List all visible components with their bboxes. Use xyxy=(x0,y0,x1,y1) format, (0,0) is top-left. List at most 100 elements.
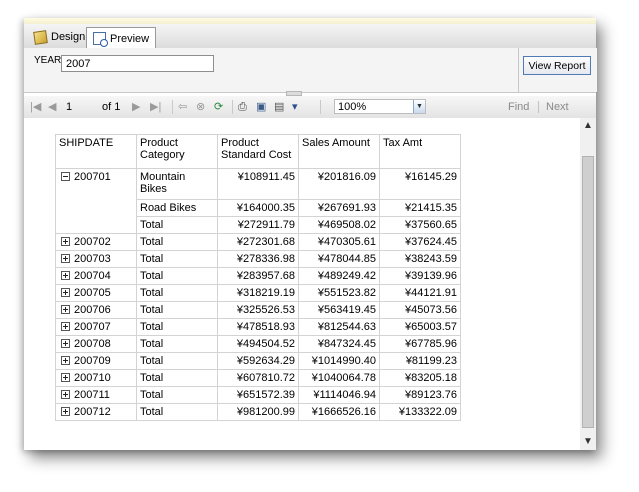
sales-cell: ¥847324.45 xyxy=(298,335,380,353)
zoom-select[interactable]: 100% ▼ xyxy=(334,99,426,114)
print-icon[interactable]: ⎙ xyxy=(238,99,247,115)
shipdate-cell: 200705 xyxy=(55,284,137,302)
shipdate-cell: 200708 xyxy=(55,335,137,353)
collapsed-rows: 200702 Total ¥272301.68 ¥470305.61 ¥37624.45… xyxy=(55,233,461,421)
toolbar-separator xyxy=(172,100,173,114)
tax-cell: ¥89123.76 xyxy=(379,386,461,404)
table-row: 200703 Total ¥278336.98 ¥478044.85 ¥38243.59 xyxy=(55,250,461,268)
sales-cell: ¥1666526.16 xyxy=(298,403,380,421)
sales-cell: ¥489249.42 xyxy=(298,267,380,285)
last-page-icon[interactable]: ▶| xyxy=(150,99,161,115)
shipdate-value: 200702 xyxy=(74,236,111,248)
tab-preview[interactable]: Preview xyxy=(86,27,157,49)
back-icon[interactable]: ⇦ xyxy=(178,99,187,115)
col-header-sales: Sales Amount xyxy=(298,134,380,169)
sales-cell: ¥1014990.40 xyxy=(298,352,380,370)
stop-icon[interactable]: ⊗ xyxy=(196,99,205,115)
export-icon[interactable]: ▾ xyxy=(292,99,298,115)
cost-cell: ¥278336.98 xyxy=(217,250,299,268)
shipdate-cell: 200701 xyxy=(55,168,137,234)
expand-toggle-icon[interactable] xyxy=(61,305,70,315)
scroll-down-icon[interactable]: ▼ xyxy=(580,434,596,450)
scroll-up-icon[interactable]: ▲ xyxy=(580,118,596,134)
category-cell: Total xyxy=(136,369,218,387)
view-report-area: View Report xyxy=(518,48,597,92)
chevron-down-icon[interactable]: ▼ xyxy=(413,100,425,113)
view-report-button[interactable]: View Report xyxy=(523,56,591,75)
expand-toggle-icon[interactable] xyxy=(61,322,70,332)
sales-cell: ¥201816.09 xyxy=(298,168,380,200)
tax-cell: ¥39139.96 xyxy=(379,267,461,285)
table-row: 200704 Total ¥283957.68 ¥489249.42 ¥39139.96 xyxy=(55,267,461,285)
shipdate-cell: 200710 xyxy=(55,369,137,387)
collapse-toggle-icon[interactable] xyxy=(61,172,70,182)
cost-cell: ¥981200.99 xyxy=(217,403,299,421)
first-page-icon[interactable]: |◀ xyxy=(30,99,41,115)
col-header-cost: Product Standard Cost xyxy=(217,134,299,169)
expand-toggle-icon[interactable] xyxy=(61,356,70,366)
shipdate-cell: 200706 xyxy=(55,301,137,319)
vertical-scrollbar[interactable]: ▲ ▼ xyxy=(580,118,596,450)
page-setup-icon[interactable]: ▤ xyxy=(274,99,284,115)
shipdate-cell: 200711 xyxy=(55,386,137,404)
print-layout-icon[interactable]: ▣ xyxy=(256,99,266,115)
cost-cell: ¥325526.53 xyxy=(217,301,299,319)
year-input[interactable] xyxy=(61,55,214,72)
shipdate-cell: 200704 xyxy=(55,267,137,285)
next-page-icon[interactable]: ▶ xyxy=(132,99,140,115)
expand-toggle-icon[interactable] xyxy=(61,237,70,247)
category-cell: Total xyxy=(136,250,218,268)
shipdate-value: 200712 xyxy=(74,406,111,418)
shipdate-cell: 200709 xyxy=(55,352,137,370)
tax-cell: ¥38243.59 xyxy=(379,250,461,268)
scroll-thumb[interactable] xyxy=(582,156,594,428)
expand-toggle-icon[interactable] xyxy=(61,271,70,281)
tax-cell: ¥67785.96 xyxy=(379,335,461,353)
expand-toggle-icon[interactable] xyxy=(61,390,70,400)
category-cell: Total xyxy=(136,335,218,353)
category-cell: Total xyxy=(136,267,218,285)
cost-cell: ¥478518.93 xyxy=(217,318,299,336)
find-link[interactable]: Find xyxy=(508,99,529,115)
cost-cell: ¥607810.72 xyxy=(217,369,299,387)
shipdate-value: 200708 xyxy=(74,338,111,350)
tab-design[interactable]: Design xyxy=(28,27,91,47)
expand-toggle-icon[interactable] xyxy=(61,288,70,298)
expand-toggle-icon[interactable] xyxy=(61,373,70,383)
find-separator xyxy=(538,101,539,113)
table-row: 200710 Total ¥607810.72 ¥1040064.78 ¥83205.1… xyxy=(55,369,461,387)
expand-toggle-icon[interactable] xyxy=(61,339,70,349)
cost-cell: ¥164000.35 xyxy=(217,199,299,217)
preview-icon xyxy=(93,32,108,47)
find-next-link[interactable]: Next xyxy=(546,99,569,115)
sales-cell: ¥469508.02 xyxy=(298,216,380,234)
shipdate-value: 200710 xyxy=(74,372,111,384)
sales-cell: ¥478044.85 xyxy=(298,250,380,268)
cost-cell: ¥592634.29 xyxy=(217,352,299,370)
cost-cell: ¥108911.45 xyxy=(217,168,299,200)
table-row: 200707 Total ¥478518.93 ¥812544.63 ¥65003.57 xyxy=(55,318,461,336)
expand-toggle-icon[interactable] xyxy=(61,254,70,264)
table-row: 200711 Total ¥651572.39 ¥1114046.94 ¥89123.7… xyxy=(55,386,461,404)
table-row: 200702 Total ¥272301.68 ¥470305.61 ¥37624.45 xyxy=(55,233,461,251)
category-cell: Road Bikes xyxy=(136,199,218,217)
page-number-input[interactable] xyxy=(64,99,98,114)
expand-toggle-icon[interactable] xyxy=(61,407,70,417)
tax-cell: ¥65003.57 xyxy=(379,318,461,336)
category-cell: Total xyxy=(136,216,218,234)
table-row: 200709 Total ¥592634.29 ¥1014990.40 ¥81199.2… xyxy=(55,352,461,370)
shipdate-value: 200704 xyxy=(74,270,111,282)
cost-cell: ¥283957.68 xyxy=(217,267,299,285)
table-row: 200708 Total ¥494504.52 ¥847324.45 ¥67785.96 xyxy=(55,335,461,353)
shipdate-cell: 200703 xyxy=(55,250,137,268)
shipdate-value: 200709 xyxy=(74,355,111,367)
col-header-category: Product Category xyxy=(136,134,218,169)
table-row: 200712 Total ¥981200.99 ¥1666526.16 ¥133322.… xyxy=(55,403,461,421)
table-row: 200701 Mountain Bikes ¥108911.45 ¥201816… xyxy=(55,168,461,234)
previous-page-icon[interactable]: ◀ xyxy=(48,99,56,115)
shipdate-value: 200706 xyxy=(74,304,111,316)
category-cell: Total xyxy=(136,318,218,336)
refresh-icon[interactable]: ⟳ xyxy=(214,99,223,115)
shipdate-cell: 200707 xyxy=(55,318,137,336)
category-cell: Total xyxy=(136,284,218,302)
